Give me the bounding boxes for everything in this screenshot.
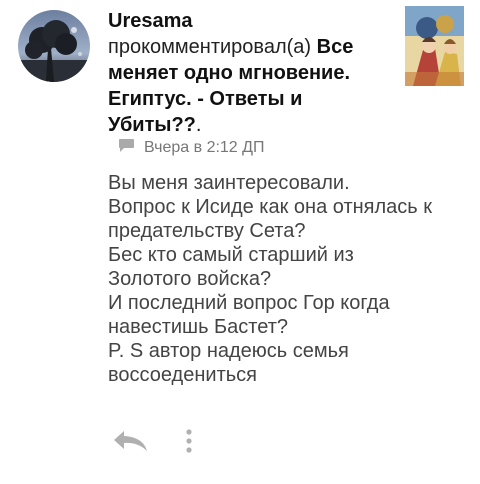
comment-timestamp: Вчера в 2:12 ДП (144, 139, 265, 156)
user-avatar[interactable] (18, 10, 90, 82)
story-thumbnail[interactable] (405, 6, 464, 86)
comment-header: Uresama прокомментировал(а) Все меняет о… (108, 8, 393, 138)
comment-meta: Вчера в 2:12 ДП (118, 138, 264, 158)
comment-text: Вы меня заинтересовали. Вопрос к Исиде к… (108, 172, 433, 386)
reply-icon[interactable] (112, 428, 150, 459)
comment-action: прокомментировал(а) (108, 36, 312, 58)
story-title-period: . (195, 114, 202, 136)
more-vertical-icon[interactable] (184, 428, 194, 459)
comment-username[interactable]: Uresama (108, 10, 193, 32)
speech-bubble-icon (118, 138, 135, 158)
comment-actions (112, 428, 194, 459)
